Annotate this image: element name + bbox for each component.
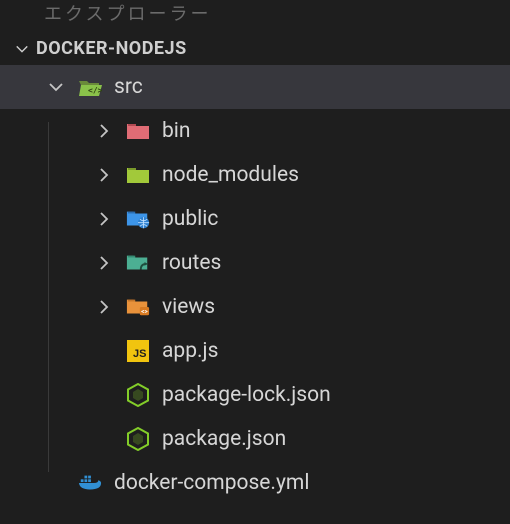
tree-folder-public[interactable]: public — [0, 197, 510, 241]
tree-item-label: package.json — [162, 427, 286, 451]
chevron-right-icon — [94, 253, 114, 273]
tree-item-label: routes — [162, 251, 221, 275]
svg-text:<>: <> — [141, 307, 148, 315]
chevron-down-icon — [14, 41, 30, 57]
svg-text:JS: JS — [133, 348, 146, 360]
explorer-title-partial: エクスプローラー — [0, 0, 510, 34]
file-tree: </> src bin node_modules — [0, 65, 510, 505]
tree-item-label: docker-compose.yml — [114, 471, 309, 495]
explorer-panel: エクスプローラー DOCKER-NODEJS </> src — [0, 0, 510, 505]
tree-folder-routes[interactable]: routes — [0, 241, 510, 285]
tree-file-package-lock[interactable]: package-lock.json — [0, 373, 510, 417]
workspace-title: DOCKER-NODEJS — [36, 38, 187, 59]
tree-item-label: public — [162, 207, 218, 231]
folder-open-src-icon: </> — [78, 75, 102, 99]
tree-folder-node-modules[interactable]: node_modules — [0, 153, 510, 197]
tree-folder-src[interactable]: </> src — [0, 65, 510, 109]
javascript-file-icon: JS — [126, 339, 150, 363]
chevron-right-icon — [94, 165, 114, 185]
tree-item-label: src — [114, 75, 143, 99]
workspace-header[interactable]: DOCKER-NODEJS — [0, 34, 510, 65]
tree-file-package-json[interactable]: package.json — [0, 417, 510, 461]
tree-file-app-js[interactable]: JS app.js — [0, 329, 510, 373]
tree-item-label: node_modules — [162, 163, 299, 187]
indent-guide — [48, 122, 49, 472]
chevron-down-icon — [46, 77, 66, 97]
folder-bin-icon — [126, 119, 150, 143]
folder-public-icon — [126, 207, 150, 231]
tree-file-docker-compose[interactable]: docker-compose.yml — [0, 461, 510, 505]
nodejs-file-icon — [126, 383, 150, 407]
tree-item-label: package-lock.json — [162, 383, 331, 407]
chevron-right-icon — [94, 297, 114, 317]
chevron-right-icon — [94, 121, 114, 141]
chevron-right-icon — [94, 209, 114, 229]
tree-folder-views[interactable]: <> views — [0, 285, 510, 329]
tree-item-label: views — [162, 295, 215, 319]
tree-item-label: app.js — [162, 339, 218, 363]
nodejs-file-icon — [126, 427, 150, 451]
folder-views-icon: <> — [126, 295, 150, 319]
svg-text:</>: </> — [88, 86, 102, 95]
docker-file-icon — [78, 471, 102, 495]
tree-item-label: bin — [162, 119, 191, 143]
tree-folder-bin[interactable]: bin — [0, 109, 510, 153]
folder-node-icon — [126, 163, 150, 187]
folder-routes-icon — [126, 251, 150, 275]
